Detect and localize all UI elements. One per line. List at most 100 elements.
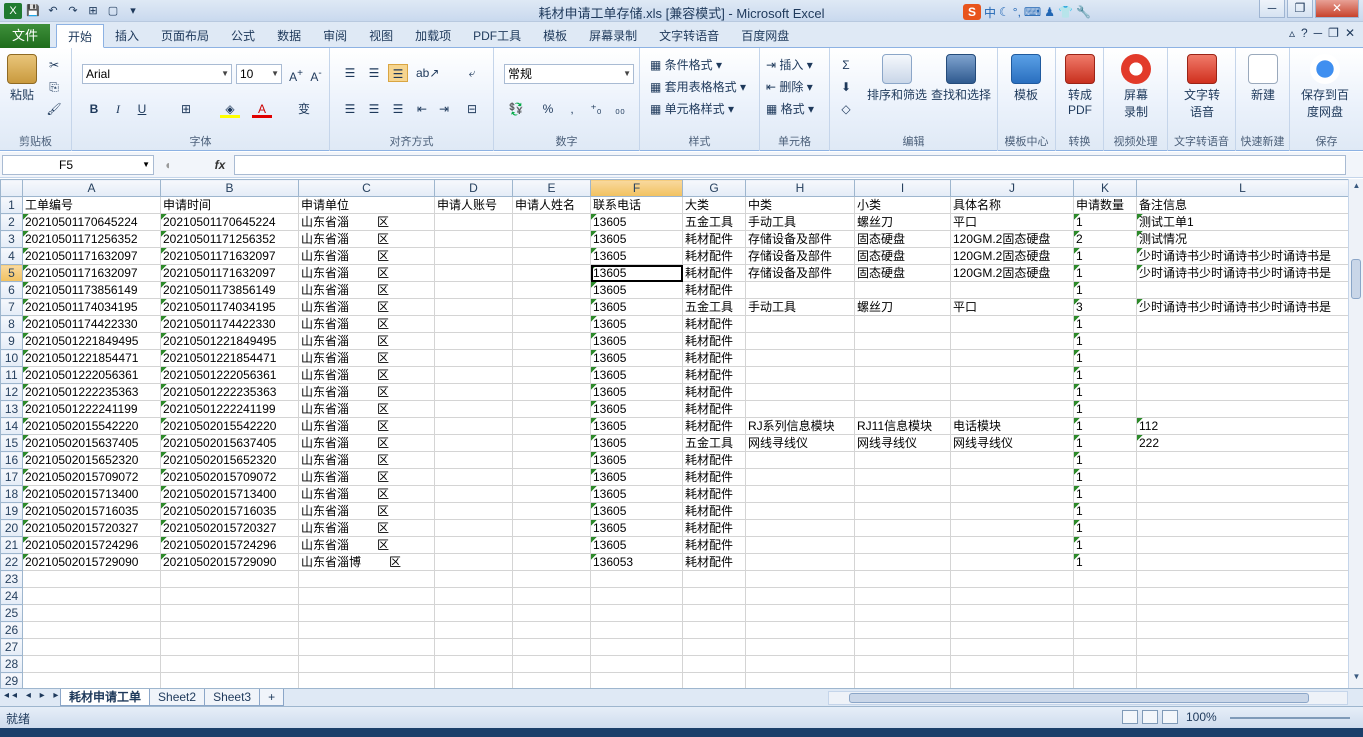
cell-C2[interactable]: 山东省淄 区: [298, 213, 435, 231]
cell-L8[interactable]: [1136, 315, 1348, 333]
cell-D13[interactable]: [434, 400, 513, 418]
cell-L20[interactable]: [1136, 519, 1348, 537]
cell-J8[interactable]: [950, 315, 1074, 333]
cell-H3[interactable]: 存储设备及部件: [745, 230, 855, 248]
vertical-scroll-thumb[interactable]: [1351, 259, 1361, 299]
cell-K13[interactable]: 1: [1073, 400, 1137, 418]
row-header[interactable]: 3: [0, 230, 23, 248]
cell-H20[interactable]: [745, 519, 855, 537]
cell-H13[interactable]: [745, 400, 855, 418]
cell-I27[interactable]: [854, 638, 951, 656]
bold-button[interactable]: B: [84, 100, 104, 118]
tab-8[interactable]: PDF工具: [462, 24, 532, 48]
cell-K28[interactable]: [1073, 655, 1137, 673]
cell-G27[interactable]: [682, 638, 746, 656]
cell-D10[interactable]: [434, 349, 513, 367]
expand-icon[interactable]: ◖: [164, 158, 171, 172]
format-as-table-button[interactable]: ▦ 套用表格格式 ▾: [650, 78, 746, 95]
cut-icon[interactable]: ✂: [44, 56, 64, 74]
cell-J17[interactable]: [950, 468, 1074, 486]
cell-B4[interactable]: 20210501171632097: [160, 247, 299, 265]
convert-pdf-button[interactable]: 转成PDF: [1060, 54, 1100, 117]
tab-12[interactable]: 百度网盘: [730, 24, 800, 48]
cell-D29[interactable]: [434, 672, 513, 688]
cell-C20[interactable]: 山东省淄 区: [298, 519, 435, 537]
row-header[interactable]: 4: [0, 247, 23, 265]
zoom-level[interactable]: 100%: [1186, 710, 1217, 724]
cell-A24[interactable]: [22, 587, 161, 605]
normal-view-icon[interactable]: [1122, 710, 1138, 724]
tab-2[interactable]: 页面布局: [150, 24, 220, 48]
cell-L16[interactable]: [1136, 451, 1348, 469]
cell-K23[interactable]: [1073, 570, 1137, 588]
font-name-select[interactable]: Arial ▼: [82, 64, 232, 84]
cell-K2[interactable]: 1: [1073, 213, 1137, 231]
cell-C17[interactable]: 山东省淄 区: [298, 468, 435, 486]
cell-A11[interactable]: 20210501222056361: [22, 366, 161, 384]
cell-B24[interactable]: [160, 587, 299, 605]
cell-K8[interactable]: 1: [1073, 315, 1137, 333]
workbook-minimize-icon[interactable]: ─: [1314, 26, 1323, 40]
cell-H8[interactable]: [745, 315, 855, 333]
cell-J6[interactable]: [950, 281, 1074, 299]
fill-icon[interactable]: ⬇: [836, 78, 856, 96]
cell-L12[interactable]: [1136, 383, 1348, 401]
cell-A26[interactable]: [22, 621, 161, 639]
cell-I8[interactable]: [854, 315, 951, 333]
cell-J11[interactable]: [950, 366, 1074, 384]
cell-L1[interactable]: 备注信息: [1136, 196, 1348, 214]
delete-cells-button[interactable]: ⇤ 删除 ▾: [766, 78, 813, 95]
cell-J13[interactable]: [950, 400, 1074, 418]
decrease-indent-icon[interactable]: ⇤: [412, 100, 432, 118]
restore-button[interactable]: ❐: [1287, 0, 1313, 18]
cell-C8[interactable]: 山东省淄 区: [298, 315, 435, 333]
cell-D21[interactable]: [434, 536, 513, 554]
cell-H22[interactable]: [745, 553, 855, 571]
clear-icon[interactable]: ◇: [836, 100, 856, 118]
cell-J19[interactable]: [950, 502, 1074, 520]
cell-E29[interactable]: [512, 672, 591, 688]
cell-G26[interactable]: [682, 621, 746, 639]
cell-L9[interactable]: [1136, 332, 1348, 350]
cell-K9[interactable]: 1: [1073, 332, 1137, 350]
cell-D24[interactable]: [434, 587, 513, 605]
cell-B5[interactable]: 20210501171632097: [160, 264, 299, 282]
new-sheet-icon[interactable]: +: [259, 689, 285, 706]
cell-J28[interactable]: [950, 655, 1074, 673]
cell-K11[interactable]: 1: [1073, 366, 1137, 384]
cell-C23[interactable]: [298, 570, 435, 588]
cell-B21[interactable]: 20210502015724296: [160, 536, 299, 554]
cell-B6[interactable]: 20210501173856149: [160, 281, 299, 299]
cell-K19[interactable]: 1: [1073, 502, 1137, 520]
cell-H29[interactable]: [745, 672, 855, 688]
cell-D6[interactable]: [434, 281, 513, 299]
template-button[interactable]: 模板: [1006, 54, 1046, 103]
cell-I22[interactable]: [854, 553, 951, 571]
cell-E10[interactable]: [512, 349, 591, 367]
cell-H21[interactable]: [745, 536, 855, 554]
cell-E24[interactable]: [512, 587, 591, 605]
cell-D26[interactable]: [434, 621, 513, 639]
cell-D17[interactable]: [434, 468, 513, 486]
scroll-up-icon[interactable]: ▲: [1351, 181, 1362, 195]
cell-G4[interactable]: 耗材配件: [682, 247, 746, 265]
file-tab[interactable]: 文件: [0, 24, 50, 48]
column-header-I[interactable]: I: [854, 179, 951, 197]
cell-A22[interactable]: 20210502015729090: [22, 553, 161, 571]
cell-F24[interactable]: [590, 587, 683, 605]
cell-G13[interactable]: 耗材配件: [682, 400, 746, 418]
cell-A8[interactable]: 20210501174422330: [22, 315, 161, 333]
cell-J21[interactable]: [950, 536, 1074, 554]
cell-B8[interactable]: 20210501174422330: [160, 315, 299, 333]
cell-E6[interactable]: [512, 281, 591, 299]
cell-L10[interactable]: [1136, 349, 1348, 367]
column-header-F[interactable]: F: [590, 179, 683, 197]
cell-H1[interactable]: 中类: [745, 196, 855, 214]
cell-K18[interactable]: 1: [1073, 485, 1137, 503]
cell-C19[interactable]: 山东省淄 区: [298, 502, 435, 520]
cell-F29[interactable]: [590, 672, 683, 688]
screen-record-button[interactable]: 屏幕录制: [1116, 54, 1156, 120]
cell-A23[interactable]: [22, 570, 161, 588]
cell-C27[interactable]: [298, 638, 435, 656]
cell-D1[interactable]: 申请人账号: [434, 196, 513, 214]
